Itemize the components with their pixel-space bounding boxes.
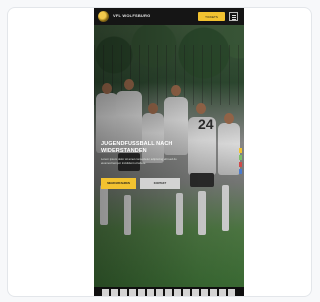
preview-card: 24 VFL WOLFSBURG TICKETS JUGENDFUSSBALL … [7,7,312,297]
indicator-dot [239,169,242,174]
jersey-number: 24 [198,116,214,132]
banner-lettering [102,289,237,296]
indicator-dot [239,162,242,167]
tickets-button[interactable]: TICKETS [198,12,225,21]
contact-button[interactable]: KONTAKT [140,178,180,189]
hero-overlay [94,25,244,287]
brand-name: VFL WOLFSBURG [113,13,151,18]
hero-headline: JUGENDFUSSBALL NACH WIDERSTANDEN [101,141,173,154]
top-navigation: VFL WOLFSBURG TICKETS [94,8,244,25]
hamburger-menu-icon[interactable] [229,12,238,21]
side-indicator-strip [239,148,243,188]
hero-subtext: Lorem ipsum dolor sit amet consectetur a… [101,157,177,165]
indicator-dot [239,148,242,153]
indicator-dot [239,155,242,160]
mobile-page-preview[interactable]: 24 VFL WOLFSBURG TICKETS JUGENDFUSSBALL … [94,8,244,296]
learn-more-button[interactable]: MEHR ERFAHREN [101,178,136,189]
bottom-banner [94,287,244,296]
club-logo-icon[interactable] [98,11,109,22]
